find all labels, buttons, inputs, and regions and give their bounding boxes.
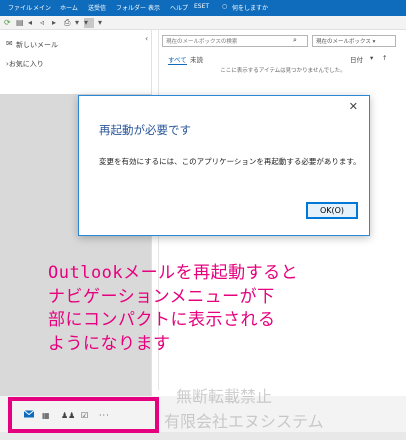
sort-by-date[interactable]: 日付: [350, 54, 363, 64]
tab-folder[interactable]: フォルダー: [116, 3, 146, 12]
dialog-title: 再起動が必要です: [99, 123, 191, 137]
filter-all-tab[interactable]: すべて: [168, 54, 187, 65]
reply-icon[interactable]: ◂: [28, 18, 32, 27]
annotation-line: Outlookメールを再起動すると: [48, 263, 299, 283]
qat-more-icon[interactable]: ▾: [98, 18, 102, 27]
ribbon-tab-bar: ファイル メイン ホーム 送受信 フォルダー 表示 ヘルプ ESET ○ 何をし…: [0, 0, 406, 16]
chevron-down-icon: ▾: [372, 39, 376, 45]
tab-send-receive[interactable]: 送受信: [88, 3, 106, 12]
watermark-line: 有限会社エヌシステム: [164, 412, 324, 431]
tab-home[interactable]: ホーム: [60, 3, 78, 12]
annotation-line: ナビゲーションメニューが下: [48, 286, 275, 307]
close-icon[interactable]: ✕: [349, 100, 358, 113]
annotation-line: 部にコンパクトに表示される: [48, 310, 276, 330]
highlight-box: [8, 397, 159, 433]
tab-main[interactable]: メイン: [33, 3, 51, 12]
tab-file[interactable]: ファイル: [8, 3, 32, 12]
dropdown-icon[interactable]: ▾: [75, 18, 79, 27]
quick-access-toolbar: ⟳ ▤ ◂ ◃ ▸ ⎙ ▾ ▾ ▾: [0, 16, 406, 30]
send-receive-icon[interactable]: ⟳: [4, 18, 11, 27]
favorites-label: お気に入り: [8, 60, 44, 68]
print-icon[interactable]: ⎙: [64, 18, 70, 27]
collapse-pane-icon[interactable]: ‹: [145, 34, 148, 43]
search-input[interactable]: 現在のメールボックスの検索: [162, 35, 308, 47]
restart-dialog: ✕ 再起動が必要です 変更を有効にするには、このアプリケーションを再起動する必要…: [78, 95, 370, 236]
customize-icon[interactable]: ▾: [84, 18, 94, 28]
dialog-message: 変更を有効にするには、このアプリケーションを再起動する必要があります。: [99, 157, 361, 166]
annotation-line: ようになります: [48, 333, 171, 354]
tab-eset[interactable]: ESET: [194, 3, 209, 10]
ok-button[interactable]: OK(O): [306, 202, 358, 219]
new-mail-button[interactable]: 新しいメール: [16, 40, 58, 50]
status-bar: [0, 432, 406, 440]
annotation-text: Outlookメールを再起動すると ナビゲーションメニューが下 部にコンパクトに…: [48, 262, 404, 356]
forward-icon[interactable]: ▸: [52, 18, 56, 27]
search-scope-select[interactable]: 現在のメールボックス ▾: [312, 35, 396, 47]
chevron-down-icon[interactable]: ▾: [370, 54, 373, 62]
tab-help[interactable]: ヘルプ: [170, 3, 188, 12]
watermark-line: 無断転載禁止: [176, 387, 273, 406]
save-icon[interactable]: ▤: [16, 18, 24, 27]
tell-me-icon[interactable]: ○: [222, 3, 227, 10]
new-mail-icon[interactable]: ✉: [6, 39, 13, 48]
tab-view[interactable]: 表示: [148, 3, 160, 12]
empty-list-message: ここに表示するアイテムは見つかりませんでした。: [220, 68, 346, 74]
filter-row: すべて 未読 日付 ▾ ↑: [160, 52, 406, 66]
search-scope-label: 現在のメールボックス: [316, 39, 371, 45]
search-icon[interactable]: ⌕: [293, 36, 297, 45]
search-row: 現在のメールボックスの検索 ⌕ 現在のメールボックス ▾: [160, 33, 406, 49]
sort-direction-icon[interactable]: ↑: [382, 54, 387, 62]
tell-me-box[interactable]: 何をしますか: [232, 3, 268, 12]
reply-all-icon[interactable]: ◃: [40, 18, 44, 27]
favorites-section[interactable]: ›お気に入り: [6, 59, 44, 69]
filter-unread-tab[interactable]: 未読: [190, 54, 203, 64]
